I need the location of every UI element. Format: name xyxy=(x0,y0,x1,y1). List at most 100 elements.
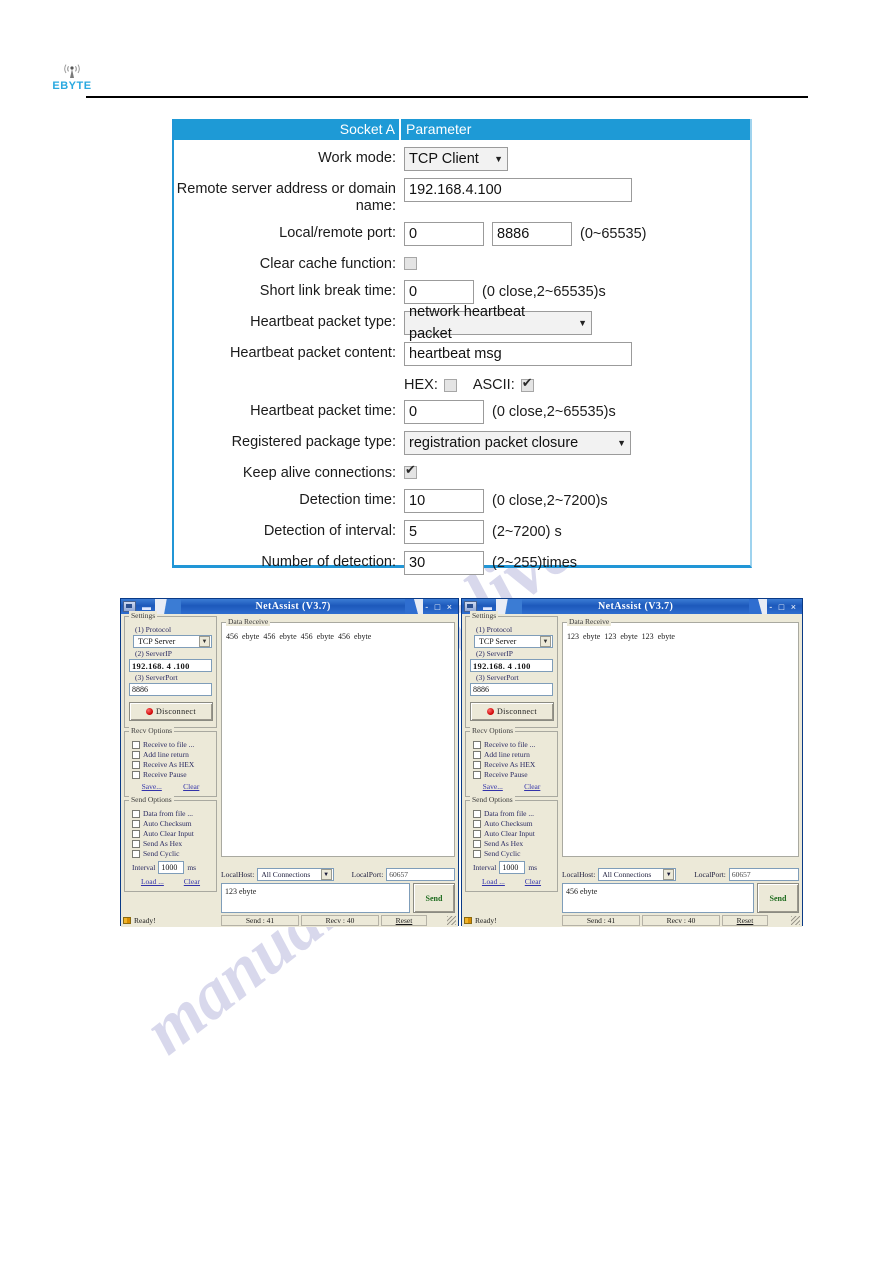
checkbox-icon[interactable] xyxy=(473,819,481,828)
keep-alive-checkbox[interactable] xyxy=(404,463,417,479)
detection-interval-input[interactable]: 5 xyxy=(404,520,484,544)
send-option-auto-clear-input[interactable]: Auto Clear Input xyxy=(132,829,212,838)
resize-grip-icon[interactable] xyxy=(791,916,800,925)
recv-option-receive-pause[interactable]: Receive Pause xyxy=(132,770,212,779)
work-mode-select[interactable]: TCP Client ▼ xyxy=(404,147,508,171)
send-load-link[interactable]: Load ... xyxy=(141,877,164,886)
menu-dash-icon[interactable]: ▬ xyxy=(483,602,492,612)
localport-input[interactable]: 60657 xyxy=(386,868,455,881)
localhost-select[interactable]: All Connections ▼ xyxy=(257,868,334,881)
left-settings-column: Settings (1) Protocol TCP Server ▼ (2) S… xyxy=(124,611,217,895)
menu-dash-icon[interactable]: ▬ xyxy=(142,602,151,612)
titlebar[interactable]: ▬ NetAssist (V3.7) - □ × xyxy=(121,599,458,614)
serverip-input[interactable]: 192.168. 4 .100 xyxy=(470,659,553,672)
send-clear-link[interactable]: Clear xyxy=(525,877,541,886)
send-option-send-cyclic[interactable]: Send Cyclic xyxy=(473,849,553,858)
checkbox-icon[interactable] xyxy=(473,770,481,779)
recv-clear-link[interactable]: Clear xyxy=(183,782,199,791)
keep-alive-label: Keep alive connections: xyxy=(242,465,396,481)
remote-server-input[interactable]: 192.168.4.100 xyxy=(404,178,632,202)
data-receive-panel[interactable]: Data Receive 123 ebyte 123 ebyte 123 eby… xyxy=(562,617,799,857)
send-option-send-as-hex[interactable]: Send As Hex xyxy=(132,839,212,848)
send-option-auto-checksum[interactable]: Auto Checksum xyxy=(473,819,553,828)
checkbox-icon[interactable] xyxy=(132,809,140,818)
resize-grip-icon[interactable] xyxy=(447,916,456,925)
short-link-break-label: Short link break time: xyxy=(259,283,396,299)
clear-cache-checkbox[interactable] xyxy=(404,257,417,270)
disconnect-button[interactable]: Disconnect xyxy=(129,702,213,721)
recv-option-receive-pause[interactable]: Receive Pause xyxy=(473,770,553,779)
recv-links: Save... Clear xyxy=(472,782,551,791)
recv-save-link[interactable]: Save... xyxy=(483,782,503,791)
checkbox-icon[interactable] xyxy=(132,760,140,769)
checkbox-icon[interactable] xyxy=(132,819,140,828)
send-option-auto-clear-input[interactable]: Auto Clear Input xyxy=(473,829,553,838)
send-clear-link[interactable]: Clear xyxy=(184,877,200,886)
checkbox-icon[interactable] xyxy=(132,750,140,759)
status-reset-button[interactable]: Reset xyxy=(722,915,768,926)
recv-clear-link[interactable]: Clear xyxy=(524,782,540,791)
heartbeat-type-value: network heartbeat packet xyxy=(409,304,526,342)
checkbox-icon[interactable] xyxy=(132,839,140,848)
checkbox-icon[interactable] xyxy=(132,829,140,838)
heartbeat-content-input[interactable]: heartbeat msg xyxy=(404,342,632,366)
recv-option-receive-to-file[interactable]: Receive to file ... xyxy=(132,740,212,749)
registered-type-select[interactable]: registration packet closure ▼ xyxy=(404,431,631,455)
checkbox-icon[interactable] xyxy=(473,839,481,848)
protocol-select[interactable]: TCP Server ▼ xyxy=(474,635,553,648)
send-textarea[interactable]: 123 ebyte xyxy=(221,883,410,913)
send-option-data-from-file[interactable]: Data from file ... xyxy=(132,809,212,818)
window-controls[interactable]: - □ × xyxy=(423,602,458,612)
recv-option-add-line-return[interactable]: Add line return xyxy=(132,750,212,759)
recv-save-link[interactable]: Save... xyxy=(142,782,162,791)
serverport-input[interactable]: 8886 xyxy=(129,683,212,696)
send-option-send-as-hex[interactable]: Send As Hex xyxy=(473,839,553,848)
send-option-auto-checksum[interactable]: Auto Checksum xyxy=(132,819,212,828)
interval-input[interactable]: 1000 xyxy=(499,861,526,874)
heartbeat-type-select[interactable]: network heartbeat packet ▼ xyxy=(404,304,592,342)
interval-input[interactable]: 1000 xyxy=(158,861,185,874)
titlebar[interactable]: ▬ NetAssist (V3.7) - □ × xyxy=(462,599,802,614)
remote-port-input[interactable]: 8886 xyxy=(492,222,572,246)
checkbox-icon[interactable] xyxy=(473,849,481,858)
send-load-link[interactable]: Load ... xyxy=(482,877,505,886)
ascii-checkbox[interactable] xyxy=(520,376,534,392)
checkbox-icon[interactable] xyxy=(473,809,481,818)
localhost-value: All Connections xyxy=(261,870,311,879)
recv-option-receive-as-hex[interactable]: Receive As HEX xyxy=(473,760,553,769)
detection-time-input[interactable]: 10 xyxy=(404,489,484,513)
send-option-send-cyclic[interactable]: Send Cyclic xyxy=(132,849,212,858)
interval-label: Interval xyxy=(473,863,497,872)
localhost-select[interactable]: All Connections ▼ xyxy=(598,868,677,881)
disconnect-button[interactable]: Disconnect xyxy=(470,702,554,721)
row-keep-alive: Keep alive connections: xyxy=(174,462,750,482)
heartbeat-time-input[interactable]: 0 xyxy=(404,400,484,424)
send-option-data-from-file[interactable]: Data from file ... xyxy=(473,809,553,818)
protocol-select[interactable]: TCP Server ▼ xyxy=(133,635,212,648)
local-port-input[interactable]: 0 xyxy=(404,222,484,246)
host-row: LocalHost: All Connections ▼ LocalPort: … xyxy=(562,868,799,881)
status-reset-button[interactable]: Reset xyxy=(381,915,427,926)
recv-option-receive-as-hex[interactable]: Receive As HEX xyxy=(132,760,212,769)
checkbox-icon[interactable] xyxy=(473,829,481,838)
window-controls[interactable]: - □ × xyxy=(767,602,802,612)
send-button[interactable]: Send xyxy=(413,883,455,913)
serverport-input[interactable]: 8886 xyxy=(470,683,553,696)
checkbox-icon[interactable] xyxy=(132,740,140,749)
checkbox-icon[interactable] xyxy=(473,740,481,749)
hex-checkbox[interactable] xyxy=(443,378,457,392)
checkbox-icon[interactable] xyxy=(132,849,140,858)
chevron-down-icon: ▼ xyxy=(494,154,503,164)
recv-option-add-line-return[interactable]: Add line return xyxy=(473,750,553,759)
recv-option-receive-to-file[interactable]: Receive to file ... xyxy=(473,740,553,749)
send-button[interactable]: Send xyxy=(757,883,799,913)
data-receive-panel[interactable]: Data Receive 456 ebyte 456 ebyte 456 eby… xyxy=(221,617,455,857)
send-textarea[interactable]: 456 ebyte xyxy=(562,883,754,913)
serverip-input[interactable]: 192.168. 4 .100 xyxy=(129,659,212,672)
checkbox-icon[interactable] xyxy=(473,760,481,769)
checkbox-icon[interactable] xyxy=(473,750,481,759)
detection-number-label: Number of detection: xyxy=(261,554,396,570)
localport-input[interactable]: 60657 xyxy=(728,868,799,881)
detection-number-input[interactable]: 30 xyxy=(404,551,484,575)
checkbox-icon[interactable] xyxy=(132,770,140,779)
